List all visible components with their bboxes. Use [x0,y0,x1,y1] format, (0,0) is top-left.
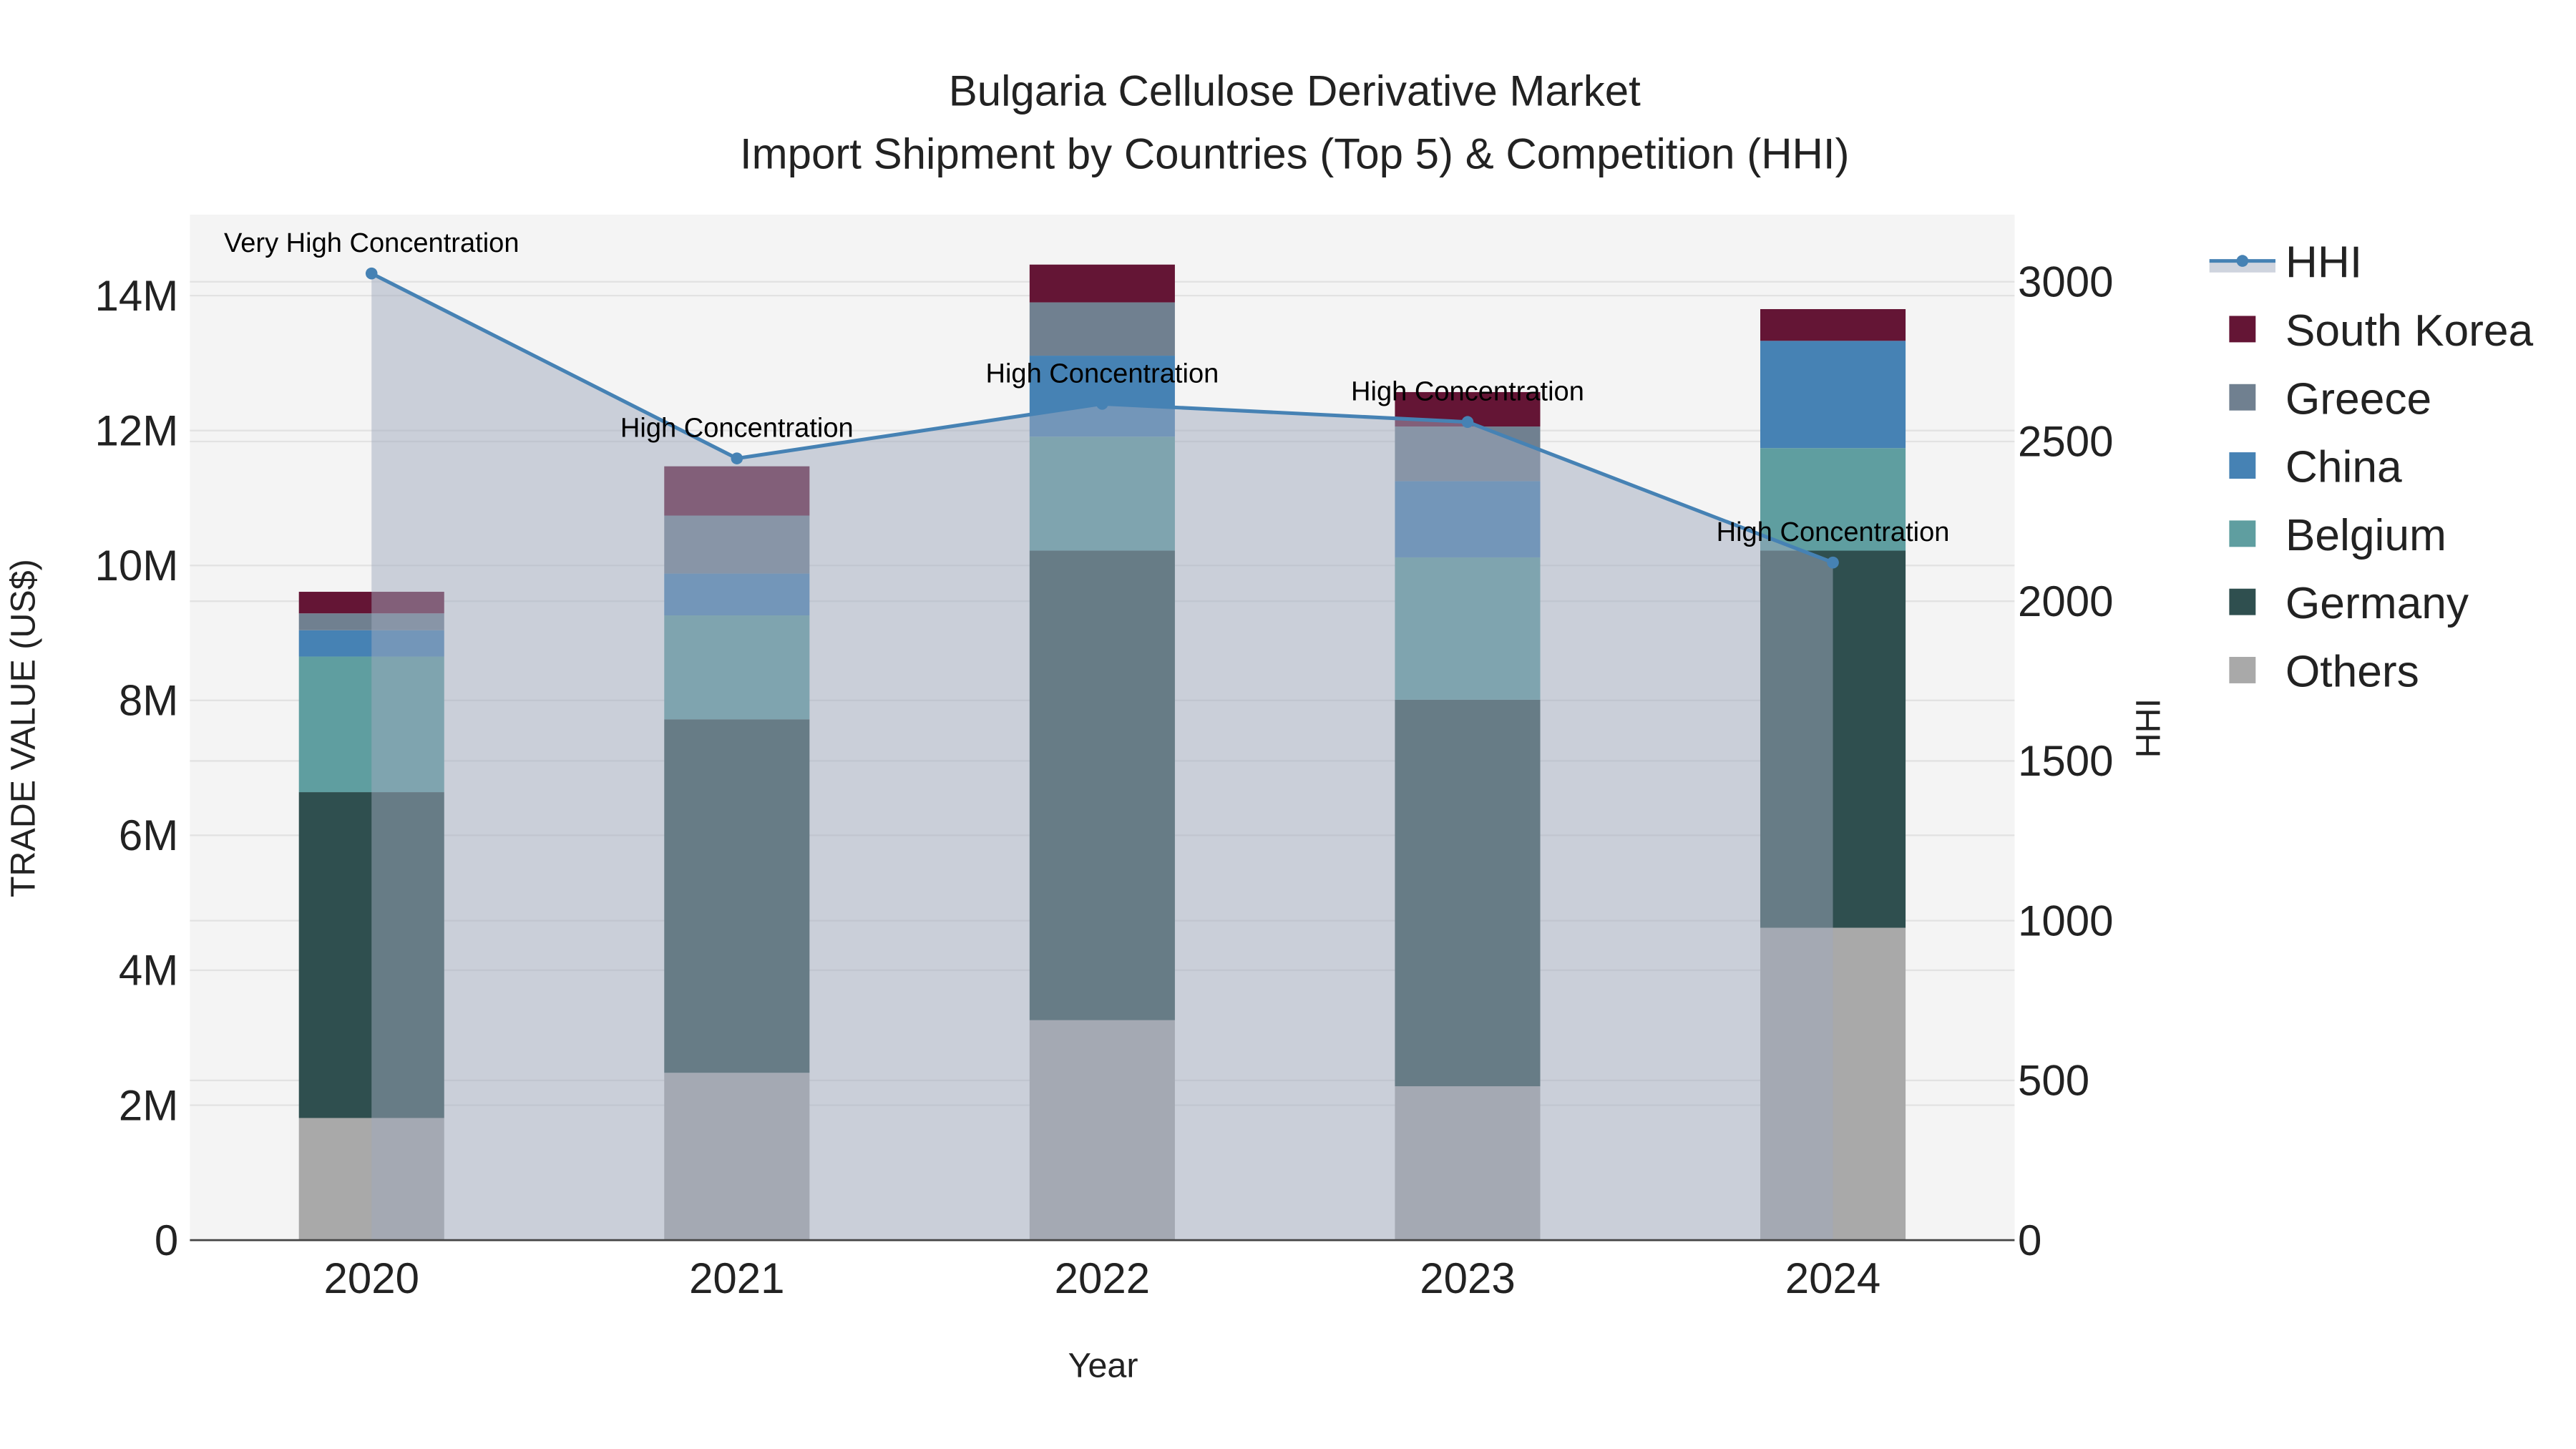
y2-tick-label: 0 [2018,1216,2041,1264]
legend-swatch-germany [2229,588,2256,615]
legend-swatch-others [2229,657,2256,683]
legend-swatch-china [2229,452,2256,479]
legend-label-china: China [2285,443,2402,492]
y2-tick-label: 3000 [2018,258,2113,306]
legend-label-others: Others [2285,648,2419,697]
y-tick-label: 12M [95,406,179,454]
legend-hhi-marker-icon [2236,255,2249,267]
legend-label-hhi: HHI [2285,238,2362,288]
bar-south-korea-2024 [1760,308,1906,341]
legend-label-belgium: Belgium [2285,511,2446,560]
hhi-annotation-2024: High Concentration [1717,517,1950,547]
hhi-point-2022 [1096,397,1108,410]
hhi-annotation-2022: High Concentration [985,358,1219,389]
y2-tick-label: 500 [2018,1057,2089,1105]
hhi-point-2020 [365,267,378,280]
hhi-annotation-2023: High Concentration [1351,377,1584,407]
y-tick-label: 8M [119,677,178,725]
x-tick-label: 2024 [1785,1254,1880,1302]
y2-tick-label: 2000 [2018,577,2113,625]
bar-greece-2022 [1029,302,1175,356]
y-tick-label: 0 [155,1216,178,1264]
x-tick-label: 2023 [1420,1254,1515,1302]
legend-swatch-belgium [2229,520,2256,547]
y-tick-label: 14M [95,272,179,320]
chart-title: Bulgaria Cellulose Derivative Market [949,67,1641,115]
hhi-annotation-2020: Very High Concentration [224,228,519,258]
chart-subtitle: Import Shipment by Countries (Top 5) & C… [740,130,1850,177]
y-tick-label: 6M [119,811,178,859]
y-tick-label: 2M [119,1081,178,1129]
hhi-point-2023 [1461,416,1474,429]
legend-swatch-greece [2229,384,2256,411]
x-tick-label: 2020 [323,1254,419,1302]
hhi-point-2021 [731,452,743,464]
x-tick-label: 2022 [1055,1254,1150,1302]
legend-label-greece: Greece [2285,374,2431,424]
y-axis-title: TRADE VALUE (US$) [4,559,42,897]
bar-south-korea-2022 [1029,264,1175,303]
y2-axis-title: HHI [2129,698,2167,758]
y2-tick-label: 1000 [2018,897,2113,945]
hhi-point-2024 [1827,556,1839,569]
x-axis-title: Year [1068,1347,1138,1385]
hhi-annotation-2021: High Concentration [620,414,854,444]
x-tick-label: 2021 [689,1254,784,1302]
bar-china-2024 [1760,341,1906,449]
y2-tick-label: 1500 [2018,737,2113,785]
y-tick-label: 10M [95,542,179,590]
chart: Very High Concentration High Concentratio… [4,67,2534,1385]
legend-swatch-south-korea [2229,316,2256,343]
y2-tick-label: 2500 [2018,418,2113,466]
legend-label-south-korea: South Korea [2285,306,2534,356]
y-tick-label: 4M [119,947,178,995]
legend-label-germany: Germany [2285,579,2469,628]
